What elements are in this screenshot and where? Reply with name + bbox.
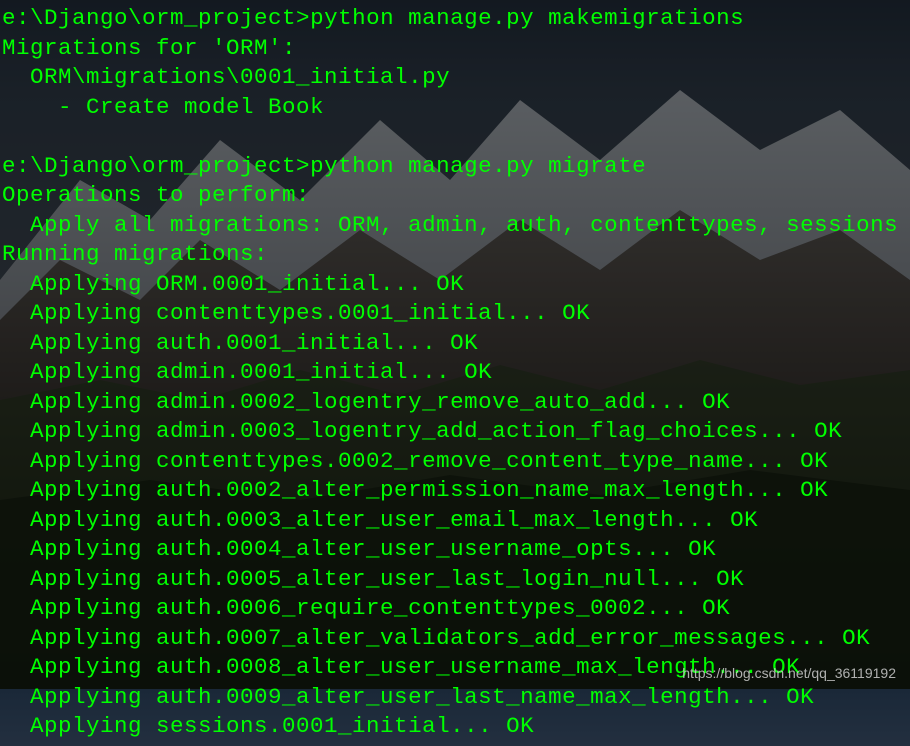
- apply-line: Applying admin.0001_initial... OK: [2, 359, 492, 385]
- create-model-line: - Create model Book: [2, 94, 324, 120]
- apply-line: Applying admin.0002_logentry_remove_auto…: [2, 389, 730, 415]
- apply-line: Applying auth.0002_alter_permission_name…: [2, 477, 828, 503]
- apply-line: Applying sessions.0001_initial... OK: [2, 713, 534, 739]
- migrations-header: Migrations for 'ORM':: [2, 35, 296, 61]
- watermark-url: https://blog.csdn.net/qq_36119192: [682, 665, 896, 681]
- apply-line: Applying ORM.0001_initial... OK: [2, 271, 464, 297]
- apply-line: Applying auth.0009_alter_user_last_name_…: [2, 684, 814, 710]
- apply-line: Applying auth.0007_alter_validators_add_…: [2, 625, 870, 651]
- running-header: Running migrations:: [2, 241, 268, 267]
- apply-line: Applying auth.0008_alter_user_username_m…: [2, 654, 800, 680]
- apply-line: Applying auth.0001_initial... OK: [2, 330, 478, 356]
- apply-line: Applying auth.0003_alter_user_email_max_…: [2, 507, 758, 533]
- apply-line: Applying auth.0005_alter_user_last_login…: [2, 566, 744, 592]
- migration-file-path: ORM\migrations\0001_initial.py: [2, 64, 450, 90]
- operations-header: Operations to perform:: [2, 182, 310, 208]
- apply-line: Applying contenttypes.0001_initial... OK: [2, 300, 590, 326]
- prompt-line-1: e:\Django\orm_project>python manage.py m…: [2, 5, 744, 31]
- apply-line: Applying auth.0006_require_contenttypes_…: [2, 595, 730, 621]
- apply-line: Applying admin.0003_logentry_add_action_…: [2, 418, 842, 444]
- apply-line: Applying contenttypes.0002_remove_conten…: [2, 448, 828, 474]
- prompt-line-2: e:\Django\orm_project>python manage.py m…: [2, 153, 646, 179]
- terminal-output: e:\Django\orm_project>python manage.py m…: [0, 0, 910, 746]
- apply-all-line: Apply all migrations: ORM, admin, auth, …: [2, 212, 898, 238]
- apply-line: Applying auth.0004_alter_user_username_o…: [2, 536, 716, 562]
